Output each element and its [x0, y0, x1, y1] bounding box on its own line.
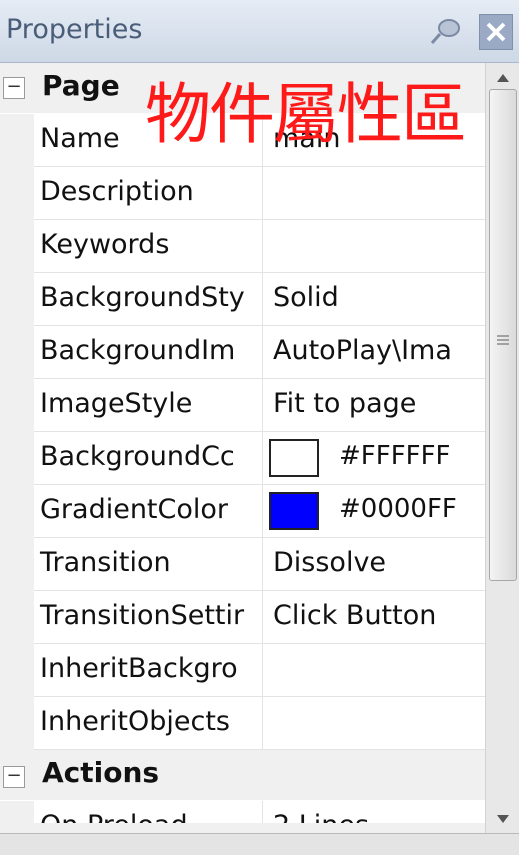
- property-value: #FFFFFF: [339, 441, 451, 471]
- panel-title: Properties: [6, 14, 143, 45]
- close-button[interactable]: [479, 14, 513, 50]
- property-name: Keywords: [40, 229, 170, 260]
- property-row-background-image[interactable]: BackgroundIm AutoPlay\Ima: [0, 326, 485, 379]
- category-actions[interactable]: − Actions: [0, 750, 485, 800]
- property-name: GradientColor: [40, 494, 229, 525]
- property-name: BackgroundSty: [40, 282, 245, 313]
- vertical-scrollbar[interactable]: [485, 63, 519, 833]
- close-icon: [486, 22, 506, 42]
- pin-button[interactable]: [428, 17, 462, 47]
- property-value: 2 Lines: [273, 810, 369, 823]
- property-value: Fit to page: [273, 388, 417, 419]
- property-name: BackgroundIm: [40, 335, 236, 366]
- pin-icon: [430, 19, 460, 44]
- property-value: #0000FF: [339, 494, 457, 524]
- property-row-description[interactable]: Description: [0, 167, 485, 220]
- property-name: Transition: [40, 547, 171, 578]
- category-label: Page: [42, 69, 120, 102]
- property-name: InheritObjects: [40, 706, 230, 737]
- property-row-transition-settings[interactable]: TransitionSettir Click Button: [0, 591, 485, 644]
- property-row-inherit-background[interactable]: InheritBackgro: [0, 644, 485, 697]
- grip-icon: [497, 335, 509, 345]
- property-name: On Preload: [40, 810, 188, 823]
- scroll-down-button[interactable]: [486, 805, 519, 833]
- property-value: Click Button: [273, 600, 437, 631]
- property-row-on-preload[interactable]: On Preload 2 Lines: [0, 801, 485, 823]
- property-row-inherit-objects[interactable]: InheritObjects: [0, 697, 485, 750]
- property-row-image-style[interactable]: ImageStyle Fit to page: [0, 379, 485, 432]
- property-row-background-color[interactable]: BackgroundCc #FFFFFF: [0, 432, 485, 485]
- property-value: Solid: [273, 282, 339, 313]
- property-row-keywords[interactable]: Keywords: [0, 220, 485, 273]
- property-row-gradient-color[interactable]: GradientColor #0000FF: [0, 485, 485, 538]
- property-name: TransitionSettir: [40, 600, 245, 631]
- property-name: ImageStyle: [40, 388, 193, 419]
- color-swatch: [269, 439, 319, 477]
- scroll-thumb[interactable]: [489, 89, 517, 581]
- color-swatch: [269, 492, 319, 530]
- property-name: BackgroundCc: [40, 441, 235, 472]
- property-name: Name: [40, 123, 120, 154]
- property-value: AutoPlay\Ima: [273, 335, 452, 366]
- property-row-transition[interactable]: Transition Dissolve: [0, 538, 485, 591]
- collapse-icon[interactable]: −: [3, 766, 25, 788]
- scroll-down-icon: [497, 815, 509, 823]
- property-grid: − Page Name main Description Keywords Ba…: [0, 63, 485, 823]
- annotation-watermark: 物件屬性區: [145, 76, 467, 153]
- property-name: Description: [40, 176, 194, 207]
- property-name: InheritBackgro: [40, 653, 238, 684]
- property-value: Dissolve: [273, 547, 387, 578]
- panel-titlebar: Properties: [0, 0, 519, 63]
- collapse-icon[interactable]: −: [3, 77, 25, 99]
- property-row-background-style[interactable]: BackgroundSty Solid: [0, 273, 485, 326]
- category-label: Actions: [42, 756, 160, 789]
- scroll-up-icon: [497, 74, 509, 82]
- panel-bottom-border: [0, 833, 519, 855]
